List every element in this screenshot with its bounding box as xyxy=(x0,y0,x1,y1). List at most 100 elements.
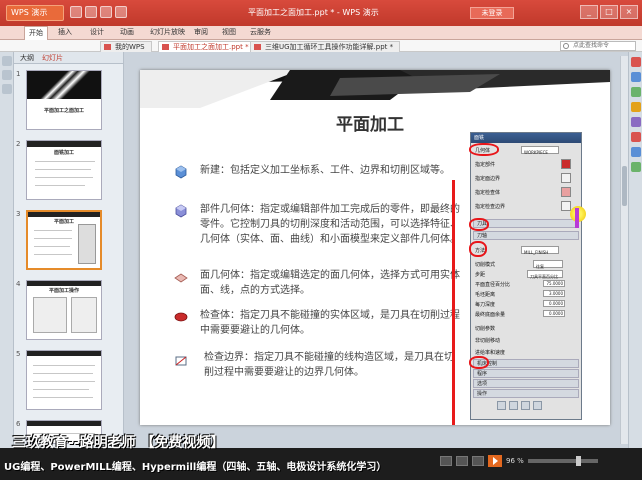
scrollbar-thumb[interactable] xyxy=(622,166,627,206)
annotation-line xyxy=(452,180,455,425)
dialog-number: 0.0000 xyxy=(543,300,565,307)
slide-thumbnail-panel: 大纲 幻灯片 1 平面加工之面加工 2 面铣加工 3 平面加工 4 平面加工操作… xyxy=(14,52,124,448)
tool-icon[interactable] xyxy=(2,70,12,80)
thumb-line xyxy=(35,177,93,178)
dialog-row: 切削参数 xyxy=(475,326,496,332)
bullet-part-geometry[interactable]: 部件几何体：指定或编辑部件加工完成后的零件，即最终的零件。它控制刀具的切削深度和… xyxy=(200,202,468,247)
minimize-icon[interactable]: _ xyxy=(580,5,598,19)
video-watermark-title: 三玖教育--路明老师 【免费视频】 xyxy=(12,435,225,451)
slide-thumbnail-5[interactable] xyxy=(26,350,102,410)
doc-tab-label: 我的WPS xyxy=(115,43,145,51)
redo-icon[interactable] xyxy=(100,6,112,18)
document-tabs: 我的WPS 平面加工之面加工.ppt * 三维UG加工循环工具操作功能详解.pp… xyxy=(0,40,642,52)
tool-icon[interactable] xyxy=(631,102,641,112)
bullet-face-geometry[interactable]: 面几何体：指定或编辑选定的面几何体，选择方式可用实体面、线，点的方式选择。 xyxy=(200,268,468,298)
slide-thumbnail-3[interactable]: 平面加工 xyxy=(26,210,102,270)
annotation-marker xyxy=(575,208,579,228)
panel-tabs: 大纲 幻灯片 xyxy=(14,52,123,64)
tab-cloud[interactable]: 云服务 xyxy=(250,27,271,37)
tool-icon[interactable] xyxy=(631,162,641,172)
slide-header-banner xyxy=(140,70,610,108)
list-icon xyxy=(533,401,542,410)
command-search-input[interactable]: 点此查找命令 xyxy=(560,41,636,51)
tool-icon[interactable] xyxy=(631,72,641,82)
dialog-row: 毛坯距离 xyxy=(475,292,496,298)
tab-design[interactable]: 设计 xyxy=(90,27,104,37)
thumb-dialog xyxy=(33,297,67,333)
thumb-line xyxy=(34,230,72,231)
thumb-line xyxy=(34,238,72,239)
login-button[interactable]: 未登录 xyxy=(470,7,514,19)
normal-view-icon[interactable] xyxy=(440,456,452,466)
face-milling-dialog-image: 面铣 几何体 WORKPIECE 指定部件 指定面边界 指定检查体 指定检查边界… xyxy=(469,132,582,420)
slide-title[interactable]: 平面加工 xyxy=(270,110,470,135)
tool-icon[interactable] xyxy=(631,117,641,127)
tab-slideshow[interactable]: 幻灯片放映 xyxy=(150,27,185,37)
bullet-check-boundary[interactable]: 检查边界：指定刀具不能碰撞的线构造区域，是刀具在切削过程中需要要避让的边界几何体… xyxy=(204,350,454,380)
tab-animation[interactable]: 动画 xyxy=(120,27,134,37)
tab-slides[interactable]: 幻灯片 xyxy=(42,53,63,63)
annotation-circle xyxy=(469,241,487,257)
zoom-slider-knob[interactable] xyxy=(575,456,581,466)
status-controls: 96 % xyxy=(440,455,598,467)
dialog-row: 步距 xyxy=(475,272,486,278)
save-icon[interactable] xyxy=(70,6,82,18)
zoom-level: 96 % xyxy=(506,457,524,465)
thumb-line xyxy=(33,373,93,374)
sorter-view-icon[interactable] xyxy=(456,456,468,466)
reading-view-icon[interactable] xyxy=(472,456,484,466)
dialog-row: 平面直径百分比 xyxy=(475,282,511,288)
slide-thumbnail-1[interactable]: 平面加工之面加工 xyxy=(26,70,102,130)
thumb-title: 面铣加工 xyxy=(53,150,74,156)
vertical-scrollbar[interactable] xyxy=(620,56,628,444)
tool-icon[interactable] xyxy=(631,87,641,97)
doc-tab-current[interactable]: 平面加工之面加工.ppt * xyxy=(158,41,256,52)
app-menu-button[interactable]: WPS 演示 xyxy=(6,5,64,21)
thumb-number: 5 xyxy=(16,350,21,358)
ribbon-tabs: 开始 插入 设计 动画 幻灯片放映 审阅 视图 云服务 xyxy=(0,26,642,40)
tab-insert[interactable]: 插入 xyxy=(58,27,72,37)
bullet-check-body[interactable]: 检查体：指定刀具不能碰撞的实体区域，是刀具在切削过程中需要要避让的几何体。 xyxy=(200,308,468,338)
select-icon xyxy=(561,159,571,169)
annotation-circle xyxy=(469,143,499,156)
dialog-select: MILL_FINISH xyxy=(521,246,559,255)
thumb-number: 1 xyxy=(16,70,21,78)
print-icon[interactable] xyxy=(115,6,127,18)
thumb-banner xyxy=(27,351,101,356)
tool-icon[interactable] xyxy=(631,147,641,157)
play-icon[interactable] xyxy=(488,455,502,467)
tool-icon[interactable] xyxy=(2,56,12,66)
tab-outline[interactable]: 大纲 xyxy=(20,53,34,63)
doc-tab-my-wps[interactable]: 我的WPS xyxy=(100,41,152,52)
thumb-line xyxy=(35,169,91,170)
dialog-select-value: 往复 xyxy=(536,264,544,269)
tool-icon[interactable] xyxy=(631,57,641,67)
dialog-row: 切削模式 xyxy=(475,262,496,268)
tab-review[interactable]: 审阅 xyxy=(194,27,208,37)
thumb-banner xyxy=(28,212,100,217)
dialog-row: 指定部件 xyxy=(475,162,496,168)
tool-icon[interactable] xyxy=(2,84,12,94)
check-body-icon xyxy=(174,312,188,322)
undo-icon[interactable] xyxy=(85,6,97,18)
slide-canvas[interactable]: 平面加工 新建：包括定义加工坐标系、工件、边界和切削区域等。 部件几何体：指定或… xyxy=(140,70,610,425)
tab-view[interactable]: 视图 xyxy=(222,27,236,37)
maximize-icon[interactable]: □ xyxy=(600,5,618,19)
dialog-row: 指定面边界 xyxy=(475,176,501,182)
dialog-select-value: WORKPIECE xyxy=(524,150,548,155)
thumb-banner xyxy=(27,421,101,426)
wps-presentation-window: WPS 演示 平面加工之面加工.ppt * - WPS 演示 未登录 _ □ ×… xyxy=(0,0,642,480)
bullet-new[interactable]: 新建：包括定义加工坐标系、工件、边界和切削区域等。 xyxy=(200,163,468,178)
tab-home[interactable]: 开始 xyxy=(24,26,48,40)
thumb-line xyxy=(35,161,95,162)
tool-icon[interactable] xyxy=(631,132,641,142)
slide-thumbnail-2[interactable]: 面铣加工 xyxy=(26,140,102,200)
slide-thumbnail-4[interactable]: 平面加工操作 xyxy=(26,280,102,340)
close-icon[interactable]: × xyxy=(620,5,638,19)
dialog-row: 每刀深度 xyxy=(475,302,496,308)
doc-tab-other[interactable]: 三维UG加工循环工具操作功能详解.ppt * xyxy=(250,41,401,52)
thumb-line xyxy=(34,246,70,247)
thumb-line xyxy=(33,381,95,382)
zoom-slider[interactable] xyxy=(527,456,598,466)
window-controls: _ □ × xyxy=(580,5,638,19)
